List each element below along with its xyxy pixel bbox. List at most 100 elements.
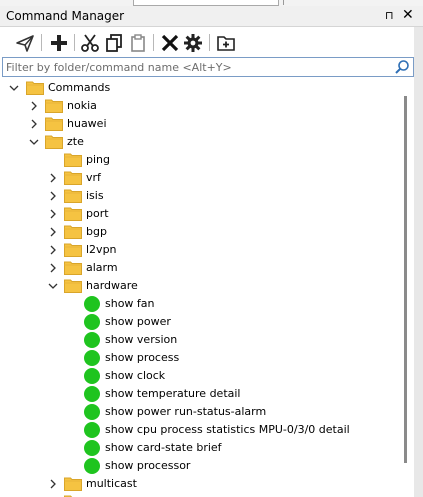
command-tree: Commands nokia huawei zte ping vrf isis	[0, 79, 400, 497]
folder-icon	[64, 225, 82, 239]
folder-icon	[64, 189, 82, 203]
command-item[interactable]: show temperature detail	[0, 385, 400, 403]
toolbar-separator	[153, 34, 154, 51]
chevron-right-icon[interactable]	[48, 262, 58, 274]
tree-node-label: isis	[86, 189, 104, 202]
tree-node-label: port	[86, 207, 109, 220]
folder-icon	[64, 279, 82, 293]
tree-node-label: bgp	[86, 225, 107, 238]
folder-icon	[45, 117, 63, 131]
tree-node-label: hardware	[86, 279, 138, 292]
pin-icon[interactable]: ⊓	[385, 9, 394, 22]
status-dot-icon	[84, 440, 100, 456]
status-dot-icon	[84, 458, 100, 474]
settings-icon[interactable]	[183, 33, 203, 53]
add-folder-icon[interactable]	[216, 33, 236, 53]
command-item[interactable]: show clock	[0, 367, 400, 385]
folder-icon	[45, 135, 63, 149]
tree-node-huawei[interactable]: huawei	[0, 115, 400, 133]
top-divider	[283, 0, 284, 5]
command-label: show fan	[105, 297, 155, 310]
tree-node-partial	[0, 493, 400, 497]
command-label: show cpu process statistics MPU-0/3/0 de…	[105, 423, 350, 436]
delete-icon[interactable]	[160, 33, 180, 53]
command-label: show process	[105, 351, 180, 364]
command-item[interactable]: show card-state brief	[0, 439, 400, 457]
toolbar	[0, 27, 423, 57]
tree-node-label: alarm	[86, 261, 118, 274]
tree-node-label: ping	[86, 153, 110, 166]
chevron-right-icon[interactable]	[48, 172, 58, 184]
tree-node-ping[interactable]: ping	[0, 151, 400, 169]
status-dot-icon	[84, 422, 100, 438]
tree-node-label: l2vpn	[86, 243, 117, 256]
status-dot-icon	[84, 368, 100, 384]
command-item[interactable]: show cpu process statistics MPU-0/3/0 de…	[0, 421, 400, 439]
chevron-right-icon[interactable]	[48, 208, 58, 220]
panel-right-edge	[414, 27, 423, 497]
chevron-right-icon[interactable]	[48, 226, 58, 238]
tree-node-commands[interactable]: Commands	[0, 79, 400, 97]
status-dot-icon	[84, 332, 100, 348]
panel-title: Command Manager	[6, 9, 125, 23]
tree-node-alarm[interactable]: alarm	[0, 259, 400, 277]
command-item[interactable]: show process	[0, 349, 400, 367]
paste-icon[interactable]	[128, 33, 148, 53]
chevron-down-icon[interactable]	[9, 82, 19, 94]
chevron-right-icon[interactable]	[48, 190, 58, 202]
close-icon[interactable]: ✕	[402, 7, 414, 23]
tree-node-isis[interactable]: isis	[0, 187, 400, 205]
status-dot-icon	[84, 386, 100, 402]
tree-node-label: Commands	[48, 81, 111, 94]
folder-icon	[64, 153, 82, 167]
tree-node-vrf[interactable]: vrf	[0, 169, 400, 187]
command-label: show power run-status-alarm	[105, 405, 267, 418]
tree-node-l2vpn[interactable]: l2vpn	[0, 241, 400, 259]
toolbar-separator	[209, 34, 210, 51]
tree-node-nokia[interactable]: nokia	[0, 97, 400, 115]
send-icon[interactable]	[15, 33, 35, 53]
chevron-right-icon[interactable]	[48, 244, 58, 256]
command-item[interactable]: show power	[0, 313, 400, 331]
folder-icon	[26, 81, 44, 95]
tree-node-label: nokia	[67, 99, 97, 112]
toolbar-separator	[41, 34, 42, 51]
command-item[interactable]: show fan	[0, 295, 400, 313]
scrollbar-thumb[interactable]	[404, 96, 407, 463]
cut-icon[interactable]	[80, 33, 100, 53]
folder-icon	[45, 99, 63, 113]
status-dot-icon	[84, 350, 100, 366]
command-label: show temperature detail	[105, 387, 241, 400]
tree-node-bgp[interactable]: bgp	[0, 223, 400, 241]
chevron-right-icon[interactable]	[48, 478, 58, 490]
command-label: show card-state brief	[105, 441, 222, 454]
command-item[interactable]: show processor	[0, 457, 400, 475]
command-item[interactable]: show version	[0, 331, 400, 349]
folder-icon	[64, 243, 82, 257]
command-item[interactable]: show power run-status-alarm	[0, 403, 400, 421]
filter-input[interactable]	[6, 59, 386, 75]
panel-titlebar: Command Manager ⊓ ✕	[0, 6, 423, 27]
tree-node-multicast[interactable]: multicast	[0, 475, 400, 493]
toolbar-separator	[74, 34, 75, 51]
tree-node-port[interactable]: port	[0, 205, 400, 223]
tree-node-zte[interactable]: zte	[0, 133, 400, 151]
add-icon[interactable]	[49, 33, 69, 53]
chevron-down-icon[interactable]	[48, 280, 58, 292]
chevron-right-icon[interactable]	[29, 118, 39, 130]
folder-icon	[64, 477, 82, 491]
command-label: show clock	[105, 369, 166, 382]
tree-node-label: zte	[67, 135, 84, 148]
tree-node-hardware[interactable]: hardware	[0, 277, 400, 295]
command-label: show processor	[105, 459, 191, 472]
tree-node-label: multicast	[86, 477, 137, 490]
chevron-down-icon[interactable]	[29, 136, 39, 148]
copy-icon[interactable]	[104, 33, 124, 53]
folder-icon	[64, 261, 82, 275]
chevron-right-icon[interactable]	[29, 100, 39, 112]
search-icon[interactable]	[394, 59, 410, 75]
command-label: show power	[105, 315, 171, 328]
vertical-scrollbar[interactable]	[401, 79, 414, 497]
filter-box	[2, 57, 414, 77]
folder-icon	[64, 207, 82, 221]
